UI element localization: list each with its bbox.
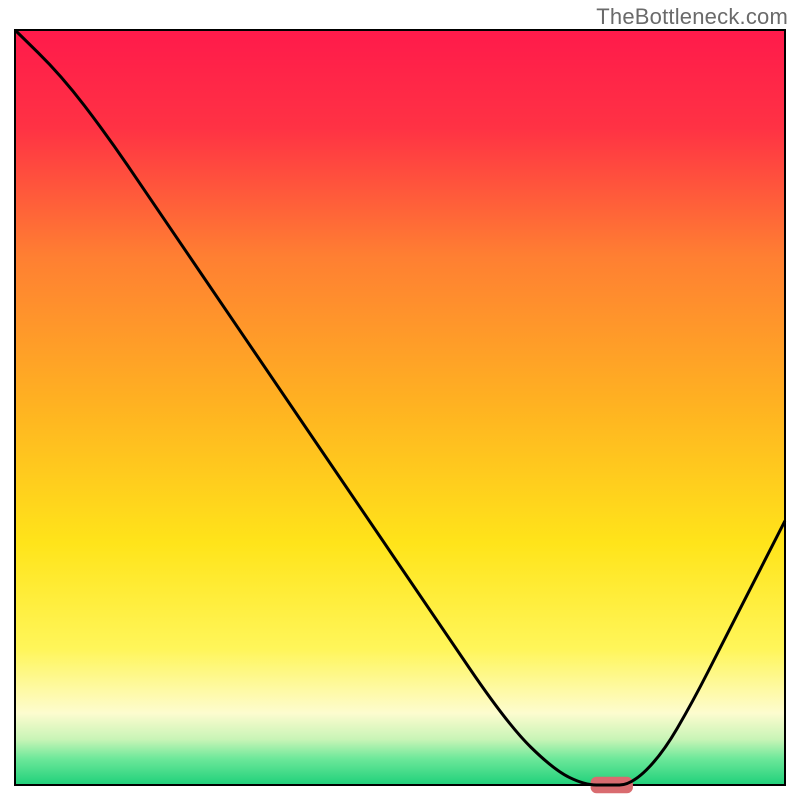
bottleneck-chart <box>0 0 800 800</box>
plot-background <box>15 30 785 785</box>
chart-container: TheBottleneck.com <box>0 0 800 800</box>
